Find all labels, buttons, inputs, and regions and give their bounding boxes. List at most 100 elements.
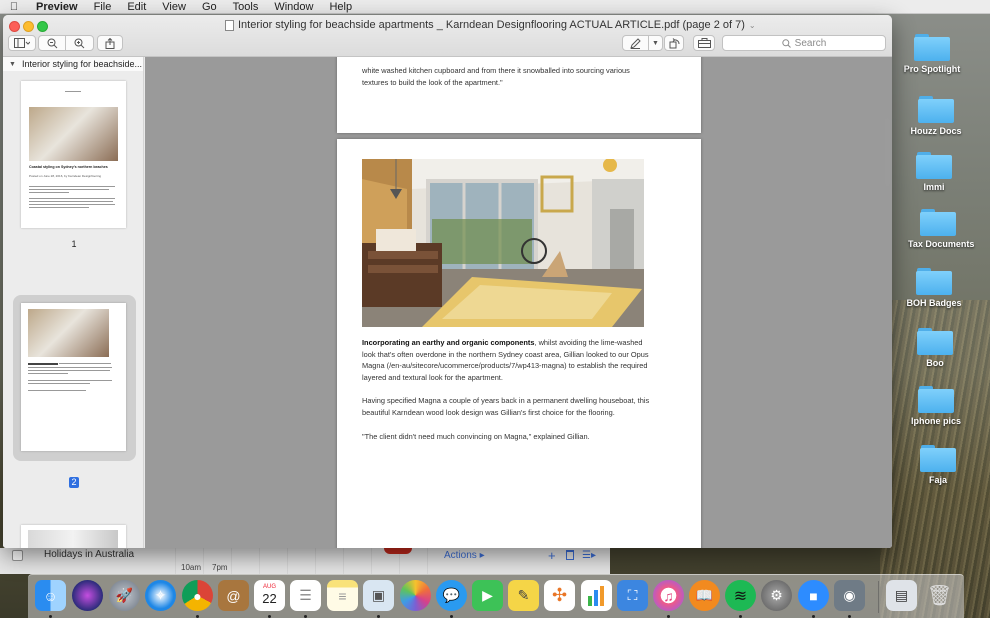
thumb-text-line (28, 370, 110, 371)
launchpad-icon[interactable]: 🚀 (109, 580, 140, 611)
menu-edit[interactable]: Edit (119, 1, 154, 13)
image-capture-icon[interactable]: ◉ (834, 580, 865, 611)
thumb-text-line (28, 383, 90, 384)
messages-icon[interactable]: 💬 (436, 580, 467, 611)
calendar-icon[interactable]: AUG 22 (254, 580, 285, 611)
ibooks-icon[interactable]: 📖 (689, 580, 720, 611)
menu-app-name[interactable]: Preview (28, 1, 86, 13)
desktop-folder[interactable]: Tax Documents (908, 209, 974, 249)
safari-icon[interactable]: ✧ (145, 580, 176, 611)
contacts-icon[interactable]: @ (218, 580, 249, 611)
menu-view[interactable]: View (154, 1, 194, 13)
title-bar: Interior styling for beachside apartment… (3, 15, 892, 57)
siri-icon[interactable] (72, 580, 103, 611)
vertical-scrollbar[interactable] (885, 118, 890, 186)
apple-icon[interactable]:  (0, 1, 28, 13)
thumb-photo (29, 107, 118, 161)
desktop-folder[interactable]: Pro Spotlight (902, 34, 962, 74)
stickies-icon[interactable]: ✎ (508, 580, 539, 611)
thumb-text-line (28, 390, 86, 391)
pdf-page-1: white washed kitchen cupboard and from t… (337, 57, 701, 133)
desktop-folder[interactable]: Faja (908, 445, 968, 485)
thumb-text-line (29, 189, 109, 190)
tableau-icon[interactable]: ✣ (544, 580, 575, 611)
keynote-icon[interactable]: ⛶ (617, 580, 648, 611)
sidebar-document-row[interactable]: ▼ Interior styling for beachside... (3, 57, 143, 71)
task-checkbox[interactable] (12, 550, 23, 561)
actions-button[interactable]: Actions ▸ (444, 550, 485, 561)
time-label: 7pm (212, 563, 228, 572)
disclosure-triangle-icon[interactable]: ▼ (9, 61, 16, 68)
toolbox-button[interactable] (693, 35, 715, 51)
chevron-down-icon: ▼ (652, 39, 659, 47)
markup-button[interactable] (623, 36, 649, 50)
thumb-text-line (59, 363, 111, 364)
desktop-folder[interactable]: BOH Badges (904, 268, 964, 308)
menu-go[interactable]: Go (194, 1, 225, 13)
system-preferences-icon[interactable]: ⚙ (761, 580, 792, 611)
article-photo (362, 159, 644, 327)
chrome-icon[interactable]: ● (182, 580, 213, 611)
numbers-icon[interactable] (581, 580, 612, 611)
page-thumbnail-2[interactable] (21, 303, 126, 451)
menu-tools[interactable]: Tools (225, 1, 267, 13)
notes-icon[interactable]: ≡ (327, 580, 358, 611)
zoom-out-button[interactable] (39, 36, 66, 50)
spotify-icon[interactable]: ≋ (725, 580, 756, 611)
trash-icon[interactable]: 🗑 (924, 580, 955, 611)
page-thumbnail-1[interactable]: Coastal styling on Sydney's northern bea… (21, 81, 126, 228)
close-button[interactable] (9, 21, 20, 32)
desktop-folder[interactable]: Houzz Docs (906, 96, 966, 136)
thumb-text-line (29, 186, 115, 187)
dock: ☺ 🚀 ✧ ● @ AUG 22 ☰ ≡ ▣ 💬 ▶ ✎ ✣ ⛶ ♫ 📖 ≋ ⚙… (28, 574, 964, 618)
page-thumbnail-3[interactable] (21, 525, 126, 548)
folder-label: Iphone pics (910, 416, 961, 426)
rotate-icon (669, 37, 679, 48)
list-options-icon[interactable]: ☰▸ (582, 550, 596, 561)
desktop-folder[interactable]: Immi (904, 152, 964, 192)
folder-label: Immi (923, 182, 945, 192)
sidebar-icon (14, 38, 30, 48)
share-icon (105, 37, 115, 49)
pdf-page-2: Incorporating an earthy and organic comp… (337, 139, 701, 548)
zoom-in-button[interactable] (66, 36, 93, 50)
minimize-button[interactable] (23, 21, 34, 32)
menu-window[interactable]: Window (266, 1, 321, 13)
pdf-document-icon (225, 19, 234, 31)
reminders-icon[interactable]: ☰ (290, 580, 321, 611)
markup-menu-button[interactable]: ▼ (649, 36, 662, 50)
thumb-photo (28, 530, 118, 548)
delete-icon[interactable] (566, 550, 574, 560)
folder-icon (914, 34, 950, 61)
folder-label: Faja (928, 475, 947, 485)
zoom-button[interactable] (37, 21, 48, 32)
thumb-text-line (29, 207, 89, 208)
menu-file[interactable]: File (86, 1, 120, 13)
background-app-window: Holidays in Australia 10am 7pm Actions ▸… (0, 548, 610, 574)
desktop-folder[interactable]: Boo (905, 328, 965, 368)
folder-icon (920, 445, 956, 472)
folder-icon (916, 268, 952, 295)
add-icon[interactable]: + (548, 548, 556, 563)
itunes-icon[interactable]: ♫ (653, 580, 684, 611)
menu-help[interactable]: Help (321, 1, 360, 13)
zoom-controls (38, 35, 94, 51)
zoom-icon[interactable]: ■ (798, 580, 829, 611)
paragraph-bold-lead: Incorporating an earthy and organic comp… (362, 338, 535, 347)
thumb-text-line (28, 373, 68, 374)
finder-icon[interactable]: ☺ (35, 580, 66, 611)
article-paragraph: Incorporating an earthy and organic comp… (362, 337, 652, 383)
facetime-icon[interactable]: ▶ (472, 580, 503, 611)
document-view[interactable]: white washed kitchen cupboard and from t… (145, 57, 892, 548)
search-field[interactable]: Search (722, 35, 886, 51)
preview-icon[interactable]: ▣ (363, 580, 394, 611)
window-title-text: Interior styling for beachside apartment… (238, 19, 745, 31)
desktop-folder[interactable]: Iphone pics (906, 386, 966, 426)
sidebar-toggle-button[interactable] (8, 35, 36, 51)
share-button[interactable] (97, 35, 123, 51)
window-title[interactable]: Interior styling for beachside apartment… (225, 19, 756, 31)
rotate-button[interactable] (664, 35, 684, 51)
downloads-stack-icon[interactable]: ▤ (886, 580, 917, 611)
chevron-down-icon[interactable]: ⌄ (749, 21, 756, 30)
photos-icon[interactable] (400, 580, 431, 611)
